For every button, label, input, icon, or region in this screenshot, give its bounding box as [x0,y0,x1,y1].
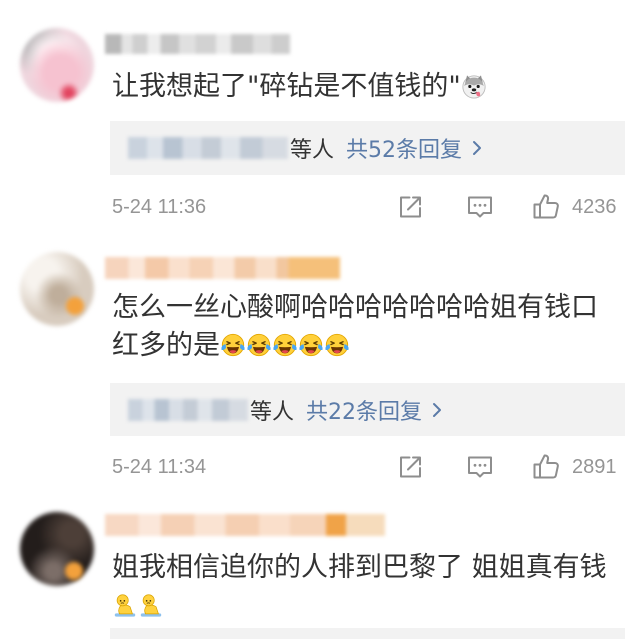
doge-emoji-icon [461,73,487,99]
comment-icon[interactable] [466,454,494,480]
reply-usernames-blurred [128,398,248,421]
username-blurred[interactable] [105,257,340,279]
comment-line: 让我想起了"碎钻是不值钱的" [112,68,627,106]
comment-line: 姐我相信追你的人排到巴黎了 姐姐真有钱 [112,549,627,587]
kneel-emoji-icon [138,592,164,618]
like-icon[interactable] [532,452,560,480]
like-icon[interactable] [532,192,560,220]
laugh-cry-emoji-icon [246,332,272,358]
comment-line: 怎么一丝心酸啊哈哈哈哈哈哈哈姐有钱口 [112,289,627,327]
comment-line: 红多的是 [112,327,627,365]
reply-users-suffix: 等人 [250,399,295,425]
avatar[interactable] [20,252,94,326]
repost-icon[interactable] [397,194,424,220]
laugh-cry-emoji-icon [272,332,298,358]
comment-item: 怎么一丝心酸啊哈哈哈哈哈哈哈姐有钱口 红多的是 等人 共22条回复 5-24 1… [0,245,640,500]
comment-text: 让我想起了"碎钻是不值钱的" [112,71,461,102]
reply-preview[interactable] [110,628,625,639]
comment-timestamp: 5-24 11:36 [112,196,207,218]
comment-meta: 5-24 11:36 4236 [0,192,640,222]
like-count[interactable]: 2891 [572,452,617,482]
comment-body: 怎么一丝心酸啊哈哈哈哈哈哈哈姐有钱口 红多的是 [112,289,627,365]
comment-timestamp: 5-24 11:34 [112,456,207,478]
chevron-right-icon [433,402,442,417]
comment-item: 让我想起了"碎钻是不值钱的" 等人 共52条回复 5-24 11:36 4236 [0,20,640,245]
avatar-badge [65,562,83,580]
avatar[interactable] [20,512,94,586]
comment-meta: 5-24 11:34 2891 [0,452,640,482]
username-blurred[interactable] [105,34,290,54]
view-replies-link[interactable]: 共22条回复 [306,394,442,426]
like-count[interactable]: 4236 [572,192,617,222]
laugh-cry-emoji-icon [220,332,246,358]
laugh-cry-emoji-icon [324,332,350,358]
chevron-right-icon [473,141,482,155]
view-replies-link[interactable]: 共52条回复 [346,132,482,164]
kneel-emoji-icon [112,592,138,618]
username-blurred[interactable] [105,514,385,536]
reply-count-label: 共52条回复 [346,138,463,163]
laugh-cry-emoji-icon [298,332,324,358]
reply-users-suffix: 等人 [290,138,335,163]
comment-list: 让我想起了"碎钻是不值钱的" 等人 共52条回复 5-24 11:36 4236… [0,0,640,639]
reply-usernames-blurred [128,137,288,159]
comment-icon[interactable] [466,194,494,220]
repost-icon[interactable] [397,454,424,480]
comment-text: 怎么一丝心酸啊哈哈哈哈哈哈哈姐有钱口 [112,292,598,323]
comment-text: 姐我相信追你的人排到巴黎了 姐姐真有钱 [112,552,607,583]
comment-body: 姐我相信追你的人排到巴黎了 姐姐真有钱 [112,549,627,625]
comment-line [112,587,627,625]
reply-preview[interactable]: 等人 共22条回复 [110,383,625,436]
avatar-badge [66,297,84,315]
comment-text: 红多的是 [112,330,220,361]
comment-body: 让我想起了"碎钻是不值钱的" [112,68,627,106]
reply-preview[interactable]: 等人 共52条回复 [110,121,625,175]
comment-item: 姐我相信追你的人排到巴黎了 姐姐真有钱 [0,500,640,639]
reply-count-label: 共22条回复 [306,399,423,425]
avatar[interactable] [20,28,94,102]
